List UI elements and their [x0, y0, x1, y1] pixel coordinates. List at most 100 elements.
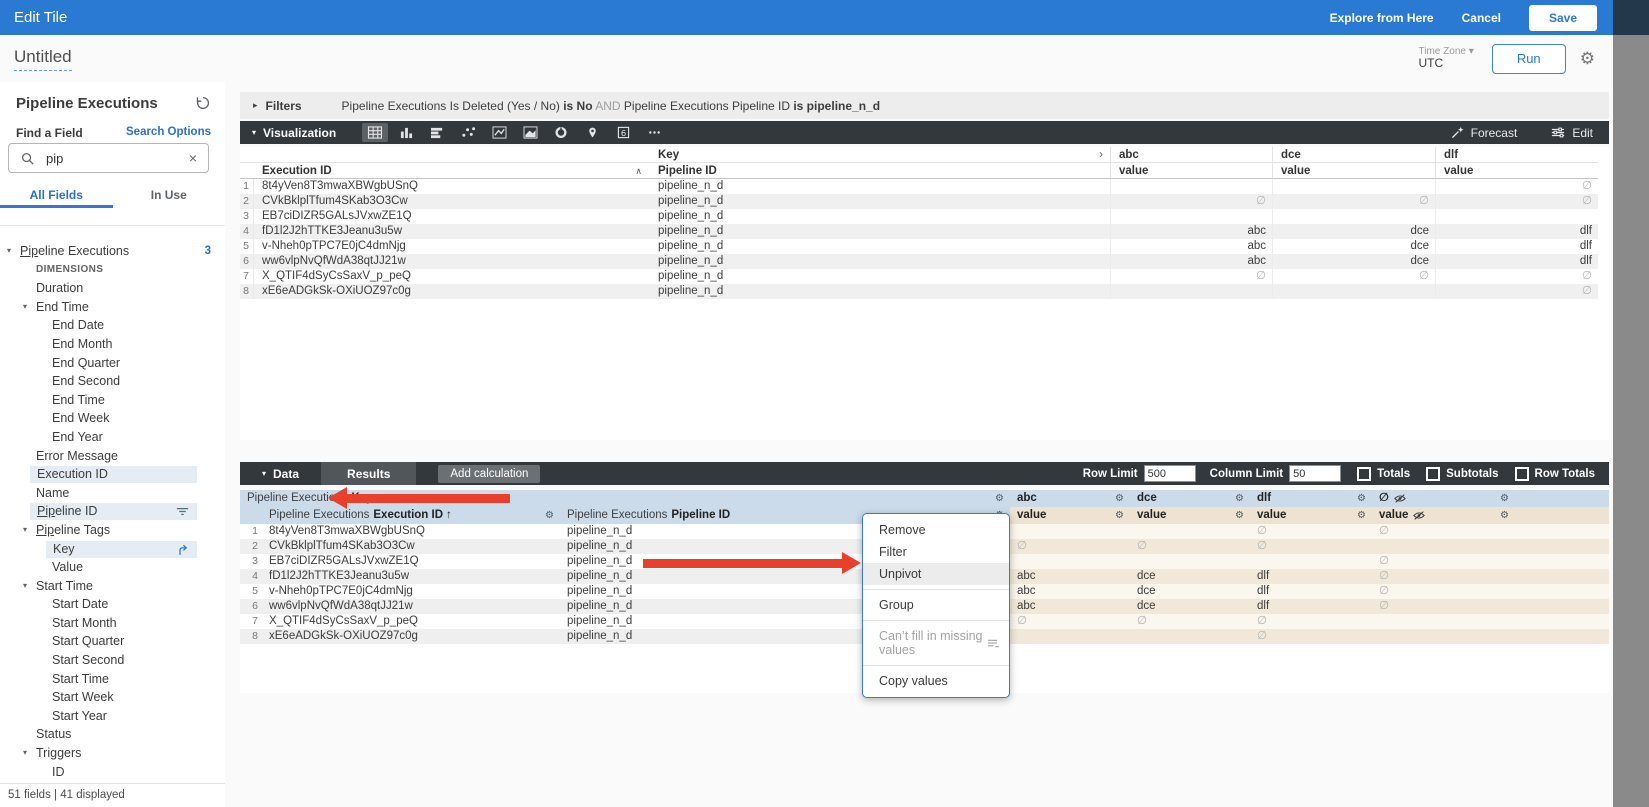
- cell-value[interactable]: dlf: [1250, 599, 1372, 614]
- gear-icon[interactable]: ⚙: [1235, 490, 1250, 507]
- viz-col-execution-id[interactable]: Execution ID∧: [254, 163, 650, 179]
- results-pivot-value-header[interactable]: dce⚙: [1130, 490, 1250, 507]
- cell-value[interactable]: dce: [1272, 239, 1435, 254]
- cell-value[interactable]: ∅: [1130, 614, 1250, 629]
- cell-value[interactable]: ∅: [1110, 269, 1272, 284]
- cell-value[interactable]: dlf: [1435, 224, 1598, 239]
- results-col-value[interactable]: value⚙: [1010, 507, 1130, 524]
- menu-item-group[interactable]: Group: [863, 594, 1009, 616]
- cell-value[interactable]: dlf: [1250, 569, 1372, 584]
- search-options-link[interactable]: Search Options: [126, 126, 211, 138]
- cell-value[interactable]: dlf: [1435, 239, 1598, 254]
- tree-item[interactable]: Execution ID: [0, 465, 225, 484]
- single-value-button[interactable]: 6: [610, 123, 636, 142]
- settings-gear-icon[interactable]: ⚙: [1580, 49, 1595, 69]
- cell-value[interactable]: dce: [1272, 224, 1435, 239]
- cell-pipeline-id[interactable]: pipeline_n_d: [650, 224, 1110, 239]
- totals-checkbox[interactable]: [1357, 467, 1371, 481]
- cell-value[interactable]: abc: [1110, 239, 1272, 254]
- cell-pipeline-id[interactable]: pipeline_n_d: [650, 179, 1110, 194]
- cell-value[interactable]: [1250, 554, 1372, 569]
- tree-item[interactable]: Start Date: [0, 595, 225, 614]
- cell-value[interactable]: abc: [1010, 569, 1130, 584]
- cell-execution-id[interactable]: xE6eADGkSk-OXiUOZ97c0g: [262, 629, 560, 644]
- cell-value[interactable]: [1010, 524, 1130, 539]
- viz-col-value[interactable]: value: [1110, 163, 1272, 179]
- row-totals-checkbox[interactable]: [1515, 467, 1529, 481]
- cell-value[interactable]: ∅: [1372, 599, 1515, 614]
- cell-value[interactable]: ∅: [1272, 269, 1435, 284]
- cell-value[interactable]: ∅: [1010, 614, 1130, 629]
- bar-chart-button[interactable]: [424, 123, 450, 142]
- tree-item[interactable]: Pipeline ID: [0, 502, 225, 521]
- cell-execution-id[interactable]: fD1l2J2hTTKE3Jeanu3u5w: [262, 569, 560, 584]
- data-section-toggle[interactable]: ▾Data: [240, 462, 321, 485]
- gear-icon[interactable]: ⚙: [1500, 490, 1515, 507]
- cell-execution-id[interactable]: CVkBklplTfum4SKab3O3Cw: [254, 194, 650, 209]
- cell-value[interactable]: dlf: [1250, 584, 1372, 599]
- history-icon[interactable]: [195, 95, 211, 116]
- cell-value[interactable]: ∅: [1010, 539, 1130, 554]
- cell-pipeline-id[interactable]: pipeline_n_d: [650, 269, 1110, 284]
- cell-value[interactable]: ∅: [1372, 584, 1515, 599]
- tree-item[interactable]: ▾Pipeline Tags: [0, 521, 225, 540]
- cell-value[interactable]: abc: [1110, 224, 1272, 239]
- tile-title-input[interactable]: Untitled: [14, 47, 72, 71]
- cell-value[interactable]: dce: [1272, 254, 1435, 269]
- edit-viz-button[interactable]: Edit: [1551, 126, 1593, 140]
- field-search-box[interactable]: ×: [8, 143, 209, 173]
- cell-value[interactable]: ∅: [1130, 539, 1250, 554]
- cell-value[interactable]: ∅: [1435, 284, 1598, 299]
- field-search-input[interactable]: [44, 150, 189, 167]
- column-limit-input[interactable]: [1289, 465, 1341, 482]
- viz-col-value[interactable]: value: [1435, 163, 1598, 179]
- cell-value[interactable]: abc: [1010, 599, 1130, 614]
- viz-col-pipeline-id[interactable]: Pipeline ID: [650, 163, 1110, 179]
- cell-value[interactable]: [1130, 629, 1250, 644]
- tree-item[interactable]: Start Time: [0, 670, 225, 689]
- cell-value[interactable]: ∅: [1272, 194, 1435, 209]
- map-pin-button[interactable]: [579, 123, 605, 142]
- tree-item[interactable]: Start Month: [0, 614, 225, 633]
- column-chart-button[interactable]: [393, 123, 419, 142]
- row-limit-input[interactable]: [1144, 465, 1196, 482]
- cell-value[interactable]: ∅: [1372, 569, 1515, 584]
- gear-icon[interactable]: ⚙: [1357, 507, 1372, 524]
- tree-item[interactable]: End Second: [0, 372, 225, 391]
- cell-value[interactable]: ∅: [1435, 269, 1598, 284]
- results-col-value[interactable]: value⚙: [1372, 507, 1515, 524]
- tree-item[interactable]: Value: [0, 558, 225, 577]
- cell-value[interactable]: [1010, 554, 1130, 569]
- tree-item[interactable]: End Quarter: [0, 354, 225, 373]
- cell-value[interactable]: dlf: [1435, 254, 1598, 269]
- forecast-button[interactable]: Forecast: [1451, 126, 1518, 140]
- cell-pipeline-id[interactable]: pipeline_n_d: [650, 254, 1110, 269]
- viz-pivot-value-header[interactable]: dlf: [1435, 147, 1598, 163]
- cell-value[interactable]: [1272, 209, 1435, 224]
- gear-icon[interactable]: ⚙: [1115, 490, 1130, 507]
- cell-pipeline-id[interactable]: pipeline_n_d: [650, 239, 1110, 254]
- more-options-button[interactable]: [641, 123, 667, 142]
- menu-item-filter[interactable]: Filter: [863, 541, 1009, 563]
- subtotals-checkbox[interactable]: [1426, 467, 1440, 481]
- tree-item[interactable]: End Date: [0, 316, 225, 335]
- gear-icon[interactable]: ⚙: [1357, 490, 1372, 507]
- cell-value[interactable]: dce: [1130, 569, 1250, 584]
- tree-item[interactable]: End Year: [0, 428, 225, 447]
- line-chart-button[interactable]: [486, 123, 512, 142]
- tree-item[interactable]: ▾Pipeline Executions3: [0, 242, 225, 261]
- results-pivot-value-header[interactable]: abc⚙: [1010, 490, 1130, 507]
- cell-pipeline-id[interactable]: pipeline_n_d: [650, 194, 1110, 209]
- scatter-chart-button[interactable]: [455, 123, 481, 142]
- cell-execution-id[interactable]: xE6eADGkSk-OXiUOZ97c0g: [254, 284, 650, 299]
- chevron-right-icon[interactable]: ›: [1099, 147, 1110, 162]
- tree-item[interactable]: Start Quarter: [0, 632, 225, 651]
- cell-execution-id[interactable]: 8t4yVen8T3mwaXBWgbUSnQ: [262, 524, 560, 539]
- tree-item[interactable]: Duration: [0, 279, 225, 298]
- cell-value[interactable]: [1110, 179, 1272, 194]
- cell-execution-id[interactable]: CVkBklplTfum4SKab3O3Cw: [262, 539, 560, 554]
- tree-item[interactable]: End Time: [0, 391, 225, 410]
- cell-execution-id[interactable]: v-Nheh0pTPC7E0jC4dmNjg: [262, 584, 560, 599]
- menu-item-unpivot[interactable]: Unpivot: [863, 563, 1009, 585]
- cell-value[interactable]: [1130, 524, 1250, 539]
